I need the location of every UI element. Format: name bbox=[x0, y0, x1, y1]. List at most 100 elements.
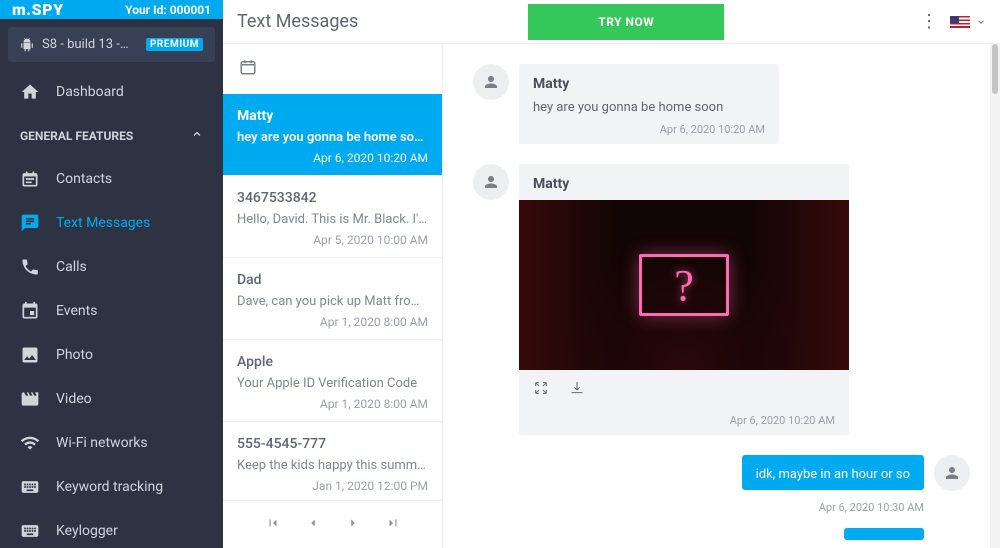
thread-time: Jan 1, 2020 12:00 PM bbox=[237, 479, 428, 493]
message-time: Apr 6, 2020 10:30 AM bbox=[473, 501, 924, 514]
thread-preview: Your Apple ID Verification Code bbox=[237, 376, 428, 391]
sidebar-item-contacts[interactable]: Contacts bbox=[0, 157, 223, 201]
sidebar-section-label: GENERAL FEATURES bbox=[20, 129, 133, 143]
calendar-filter-button[interactable] bbox=[223, 44, 442, 94]
more-menu-button[interactable]: ⋮ bbox=[920, 11, 938, 32]
brand-logo: m.SPY bbox=[12, 0, 64, 19]
thread-item[interactable]: Dad Dave, can you pick up Matt from schoo… bbox=[223, 258, 442, 340]
thread-item[interactable]: Apple Your Apple ID Verification Code Apr … bbox=[223, 340, 442, 422]
thread-preview: Dave, can you pick up Matt from schoo… bbox=[237, 294, 428, 309]
pager-next-button[interactable] bbox=[346, 515, 360, 534]
sidebar-item-label: Dashboard bbox=[56, 84, 124, 100]
sidebar-item-photo[interactable]: Photo bbox=[0, 333, 223, 377]
message-out: idk, maybe in an hour or so bbox=[473, 455, 970, 491]
avatar bbox=[473, 164, 509, 200]
texts-icon bbox=[20, 213, 40, 233]
message-out-partial bbox=[473, 528, 970, 548]
expand-icon bbox=[533, 380, 549, 396]
sidebar-item-label: Contacts bbox=[56, 171, 112, 187]
message-text: hey are you gonna be home soon bbox=[533, 100, 765, 115]
sidebar-item-label: Keyword tracking bbox=[56, 479, 163, 495]
calls-icon bbox=[20, 257, 40, 277]
thread-time: Apr 1, 2020 8:00 AM bbox=[237, 315, 428, 329]
device-selector[interactable]: S8 - build 13 -… PREMIUM bbox=[8, 27, 215, 62]
content: Matty hey are you gonna be home soon Apr 6… bbox=[223, 44, 1000, 548]
attachment-image[interactable]: ? bbox=[519, 200, 849, 370]
chevron-up-icon bbox=[191, 128, 203, 143]
pager-first-button[interactable] bbox=[266, 515, 280, 534]
thread-name: Dad bbox=[237, 272, 428, 288]
thread-item[interactable]: Matty hey are you gonna be home soon Apr 6… bbox=[223, 94, 442, 176]
page-title: Text Messages bbox=[237, 11, 358, 32]
thread-time: Apr 6, 2020 10:20 AM bbox=[237, 151, 428, 165]
download-icon bbox=[569, 380, 585, 396]
sidebar-item-keylogger[interactable]: Keylogger bbox=[0, 509, 223, 548]
sidebar-item-events[interactable]: Events bbox=[0, 289, 223, 333]
thread-name: Apple bbox=[237, 354, 428, 370]
topbar: Text Messages TRY NOW ⋮ bbox=[223, 0, 1000, 44]
premium-badge: PREMIUM bbox=[146, 38, 203, 51]
message-bubble-media: Matty ? Apr 6, 2020 10:20 AM bbox=[519, 164, 849, 435]
home-icon bbox=[20, 82, 40, 102]
android-icon bbox=[20, 38, 34, 52]
scrollbar-thumb[interactable] bbox=[992, 44, 998, 94]
device-name: S8 - build 13 -… bbox=[42, 37, 138, 52]
contacts-icon bbox=[20, 169, 40, 189]
message-bubble: idk, maybe in an hour or so bbox=[742, 455, 924, 490]
chevron-down-icon bbox=[976, 17, 986, 27]
video-icon bbox=[20, 389, 40, 409]
language-selector[interactable] bbox=[950, 16, 986, 28]
sidebar-item-wifi[interactable]: Wi-Fi networks bbox=[0, 421, 223, 465]
thread-preview: Keep the kids happy this summer with … bbox=[237, 458, 428, 473]
us-flag-icon bbox=[950, 16, 970, 28]
thread-list: Matty hey are you gonna be home soon Apr 6… bbox=[223, 94, 442, 500]
expand-button[interactable] bbox=[533, 380, 549, 400]
sidebar-item-label: Calls bbox=[56, 259, 87, 275]
person-icon bbox=[482, 73, 500, 91]
thread-list-panel: Matty hey are you gonna be home soon Apr 6… bbox=[223, 44, 443, 548]
sidebar-item-texts[interactable]: Text Messages bbox=[0, 201, 223, 245]
main-panel: Text Messages TRY NOW ⋮ Matty hey are you… bbox=[223, 0, 1000, 548]
sidebar-item-dashboard[interactable]: Dashboard bbox=[0, 70, 223, 114]
sidebar-section-general[interactable]: GENERAL FEATURES bbox=[0, 114, 223, 157]
conversation-panel: Matty hey are you gonna be home soon Apr… bbox=[443, 44, 1000, 548]
thread-name: Matty bbox=[237, 108, 428, 124]
sender-name: Matty bbox=[519, 164, 849, 200]
photo-icon bbox=[20, 345, 40, 365]
sidebar-item-label: Video bbox=[56, 391, 92, 407]
calendar-icon bbox=[239, 58, 257, 76]
scrollbar[interactable] bbox=[990, 44, 1000, 548]
events-icon bbox=[20, 301, 40, 321]
wifi-icon bbox=[20, 433, 40, 453]
sidebar-item-video[interactable]: Video bbox=[0, 377, 223, 421]
thread-item[interactable]: 3467533842Hello, David. This is Mr. Blac… bbox=[223, 176, 442, 258]
thread-time: Apr 1, 2020 8:00 AM bbox=[237, 397, 428, 411]
message-in: Matty hey are you gonna be home soon Apr… bbox=[473, 64, 970, 144]
pager bbox=[223, 500, 442, 548]
person-icon bbox=[482, 173, 500, 191]
message-bubble bbox=[844, 528, 924, 540]
message-time: Apr 6, 2020 10:20 AM bbox=[519, 414, 849, 431]
sidebar: m.SPY Your Id: 000001 S8 - build 13 -… P… bbox=[0, 0, 223, 548]
thread-time: Apr 5, 2020 10:00 AM bbox=[237, 233, 428, 247]
user-id: Your Id: 000001 bbox=[125, 3, 211, 17]
sender-name: Matty bbox=[533, 76, 765, 92]
sidebar-item-label: Text Messages bbox=[56, 215, 150, 231]
pager-last-button[interactable] bbox=[386, 515, 400, 534]
sidebar-item-kwtrack[interactable]: Keyword tracking bbox=[0, 465, 223, 509]
thread-preview: hey are you gonna be home soon bbox=[237, 130, 428, 145]
sidebar-top: m.SPY Your Id: 000001 bbox=[0, 0, 223, 19]
try-now-button[interactable]: TRY NOW bbox=[528, 4, 724, 40]
thread-name: 3467533842 bbox=[237, 190, 428, 206]
message-bubble: Matty hey are you gonna be home soon Apr… bbox=[519, 64, 779, 144]
pager-prev-button[interactable] bbox=[306, 515, 320, 534]
sidebar-item-calls[interactable]: Calls bbox=[0, 245, 223, 289]
sidebar-item-label: Events bbox=[56, 303, 97, 319]
thread-name: 555-4545-777 bbox=[237, 436, 428, 452]
avatar bbox=[934, 455, 970, 491]
sidebar-item-label: Keylogger bbox=[56, 523, 118, 539]
message-in-media: Matty ? Apr 6, 2020 10:20 AM bbox=[473, 164, 970, 435]
avatar bbox=[473, 64, 509, 100]
download-button[interactable] bbox=[569, 380, 585, 400]
thread-item[interactable]: 555-4545-777 Keep the kids happy this sum… bbox=[223, 422, 442, 500]
